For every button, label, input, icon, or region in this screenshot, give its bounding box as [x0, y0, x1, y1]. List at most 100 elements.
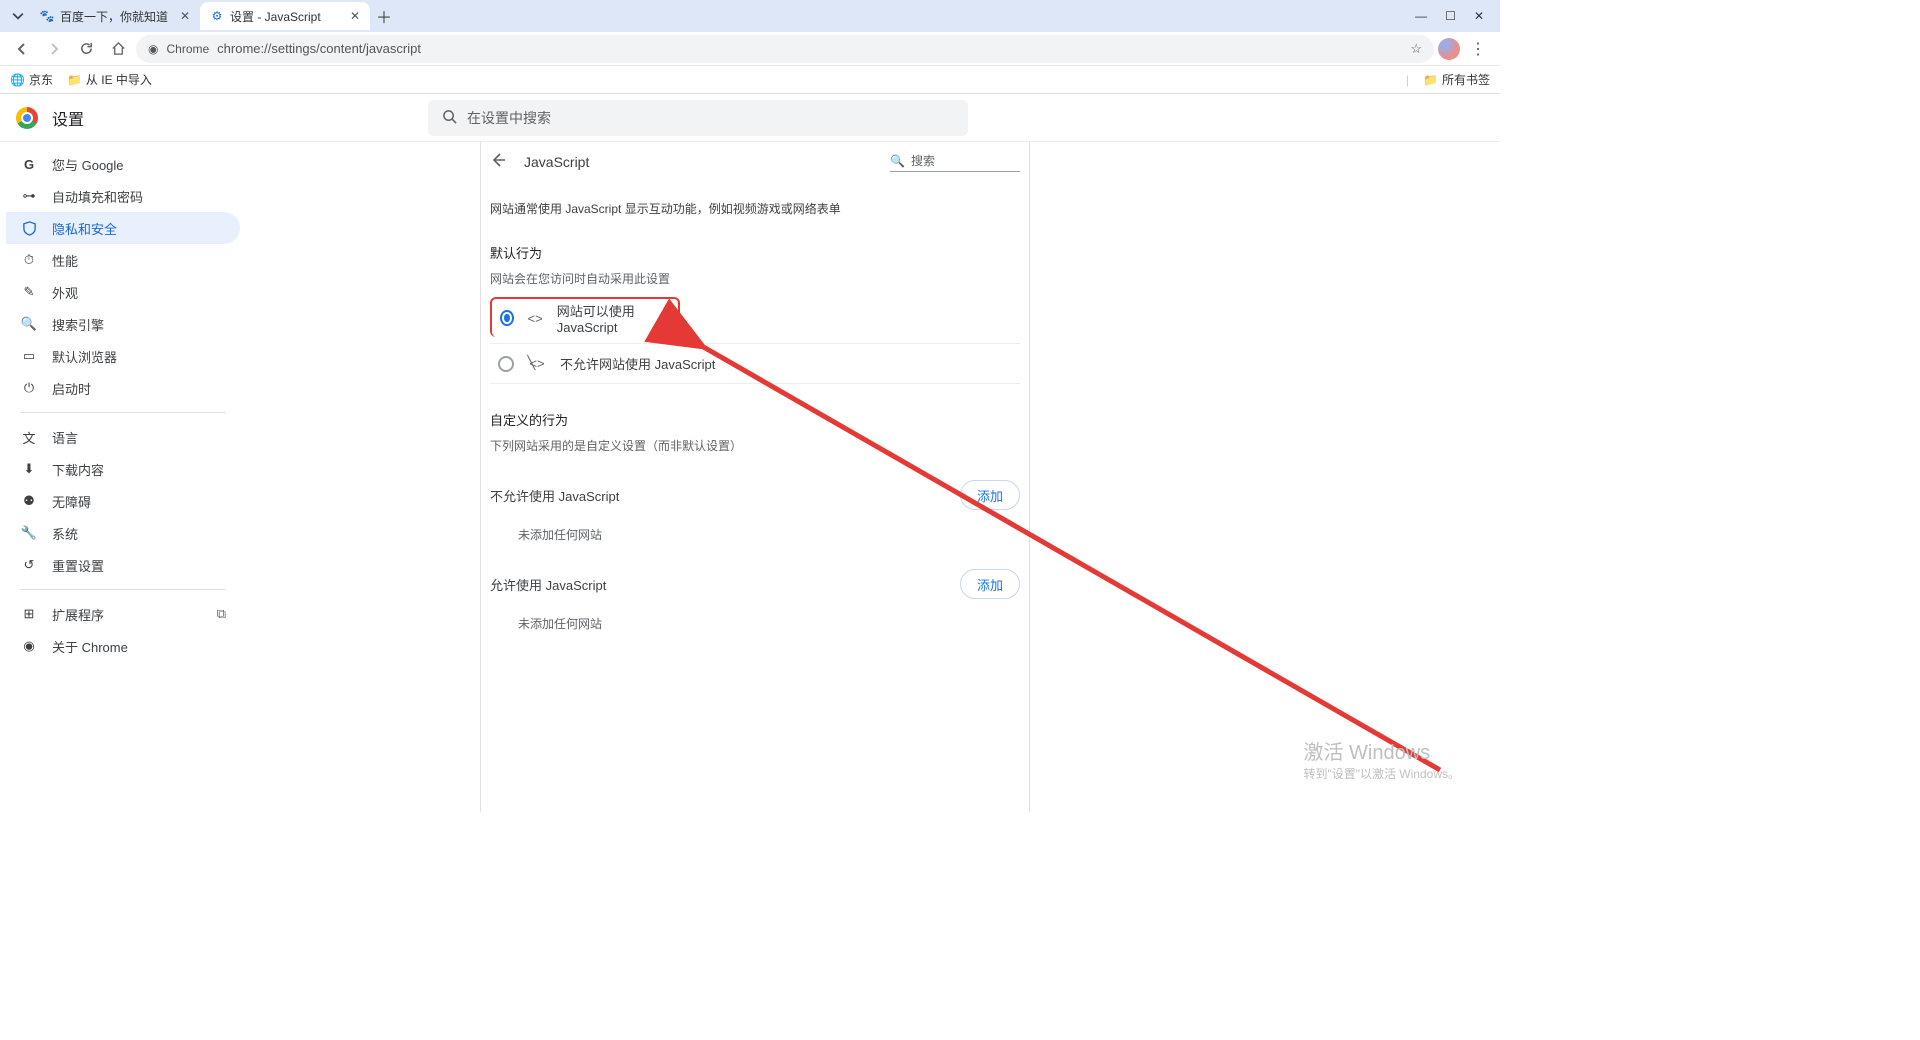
nav-google[interactable]: G您与 Google [6, 148, 240, 180]
browser-icon: ▭ [20, 348, 38, 364]
block-list-header: 不允许使用 JavaScript 添加 [490, 480, 1020, 510]
url-text: chrome://settings/content/javascript [217, 41, 1402, 56]
chrome-chip: Chrome [166, 42, 209, 56]
settings-search[interactable]: 在设置中搜索 [428, 100, 968, 136]
home-button[interactable] [104, 35, 132, 63]
google-icon: G [20, 157, 38, 172]
chrome-icon: ◉ [148, 42, 158, 56]
radio-selected-icon [500, 310, 514, 326]
reload-button[interactable] [72, 35, 100, 63]
nav-default-browser[interactable]: ▭默认浏览器 [6, 340, 240, 372]
tab-dropdown[interactable] [6, 4, 30, 28]
extension-icon: ⊞ [20, 606, 38, 622]
shield-icon [20, 221, 38, 236]
nav-accessibility[interactable]: ⚉无障碍 [6, 485, 240, 517]
external-icon: ⧉ [217, 606, 226, 622]
nav-about[interactable]: ◉关于 Chrome [6, 630, 240, 662]
panel-title: JavaScript [524, 154, 876, 170]
watermark-title: 激活 Windows [1303, 736, 1460, 765]
panel-search[interactable]: 🔍搜索 [890, 152, 1020, 172]
window-controls: — ☐ ✕ [1415, 9, 1494, 23]
reset-icon: ↺ [20, 557, 38, 573]
nav-extensions[interactable]: ⊞扩展程序⧉ [6, 598, 240, 630]
chrome-logo-icon [16, 107, 38, 129]
panel-description: 网站通常使用 JavaScript 显示互动功能，例如视频游戏或网络表单 [490, 200, 1020, 217]
radio-allow-javascript[interactable]: <> 网站可以使用 JavaScript [490, 297, 680, 337]
folder-icon: 📁 [1423, 73, 1438, 87]
nav-reset[interactable]: ↺重置设置 [6, 549, 240, 581]
download-icon: ⬇ [20, 461, 38, 477]
menu-icon[interactable]: ⋮ [1464, 35, 1492, 63]
back-arrow-icon[interactable] [490, 152, 510, 173]
nav-language[interactable]: 文语言 [6, 421, 240, 453]
search-icon: 🔍 [890, 154, 905, 168]
minimize-icon[interactable]: — [1415, 9, 1427, 23]
nav-downloads[interactable]: ⬇下载内容 [6, 453, 240, 485]
wrench-icon: 🔧 [20, 525, 38, 541]
code-icon: <> [528, 311, 543, 326]
add-allow-button[interactable]: 添加 [960, 569, 1020, 599]
search-placeholder: 在设置中搜索 [467, 108, 551, 128]
nav-performance[interactable]: ⏱性能 [6, 244, 240, 276]
bookmarks-bar: 🌐京东 📁从 IE 中导入 | 📁所有书签 [0, 66, 1500, 94]
power-icon: ⏻ [20, 380, 38, 396]
back-button[interactable] [8, 35, 36, 63]
tab-settings[interactable]: ⚙ 设置 - JavaScript ✕ [200, 2, 370, 30]
block-list-label: 不允许使用 JavaScript [490, 486, 619, 505]
tab-title: 百度一下，你就知道 [60, 8, 174, 25]
allow-list-header: 允许使用 JavaScript 添加 [490, 569, 1020, 599]
settings-body: G您与 Google ⊶自动填充和密码 隐私和安全 ⏱性能 ✎外观 🔍搜索引擎 … [0, 142, 1500, 812]
block-list-empty: 未添加任何网站 [518, 526, 1020, 543]
translate-icon: 文 [20, 428, 38, 447]
nav-search-engine[interactable]: 🔍搜索引擎 [6, 308, 240, 340]
close-icon[interactable]: ✕ [350, 9, 360, 23]
tab-baidu[interactable]: 🐾 百度一下，你就知道 ✕ [30, 2, 200, 30]
folder-icon: 📁 [67, 73, 82, 87]
search-icon: 🔍 [20, 316, 38, 332]
code-off-icon: <>╲ [528, 356, 546, 371]
allow-list-empty: 未添加任何网站 [518, 615, 1020, 632]
address-bar[interactable]: ◉ Chrome chrome://settings/content/javas… [136, 35, 1434, 63]
radio-label: 不允许网站使用 JavaScript [560, 354, 715, 373]
profile-avatar[interactable] [1438, 38, 1460, 60]
section-default-behavior-sub: 网站会在您访问时自动采用此设置 [490, 270, 1020, 287]
paint-icon: ✎ [20, 284, 38, 300]
paw-icon: 🐾 [40, 9, 54, 23]
allow-list-label: 允许使用 JavaScript [490, 575, 606, 594]
chrome-icon: ◉ [20, 638, 38, 654]
tab-title: 设置 - JavaScript [230, 8, 344, 25]
gear-icon: ⚙ [210, 9, 224, 23]
settings-title: 设置 [52, 106, 84, 130]
bookmark-jd[interactable]: 🌐京东 [10, 71, 53, 88]
new-tab-button[interactable]: ＋ [370, 2, 398, 30]
speed-icon: ⏱ [20, 252, 38, 268]
windows-activation-watermark: 激活 Windows 转到"设置"以激活 Windows。 [1303, 736, 1460, 782]
section-custom-title: 自定义的行为 [490, 410, 1020, 429]
bookmark-ie-import[interactable]: 📁从 IE 中导入 [67, 71, 152, 88]
close-window-icon[interactable]: ✕ [1474, 9, 1484, 23]
key-icon: ⊶ [20, 188, 38, 204]
section-custom-sub: 下列网站采用的是自定义设置（而非默认设置） [490, 437, 1020, 454]
toolbar: ◉ Chrome chrome://settings/content/javas… [0, 32, 1500, 66]
nav-autofill[interactable]: ⊶自动填充和密码 [6, 180, 240, 212]
nav-system[interactable]: 🔧系统 [6, 517, 240, 549]
search-icon [442, 109, 457, 127]
nav-privacy[interactable]: 隐私和安全 [6, 212, 240, 244]
star-icon[interactable]: ☆ [1410, 41, 1422, 57]
radio-block-javascript[interactable]: <>╲ 不允许网站使用 JavaScript [490, 344, 1020, 384]
a11y-icon: ⚉ [20, 493, 38, 509]
bookmark-all[interactable]: 📁所有书签 [1423, 71, 1490, 88]
radio-unselected-icon [498, 356, 514, 372]
main-panel: JavaScript 🔍搜索 网站通常使用 JavaScript 显示互动功能，… [490, 142, 1020, 812]
panel-header: JavaScript 🔍搜索 [490, 142, 1020, 182]
add-block-button[interactable]: 添加 [960, 480, 1020, 510]
settings-header: 设置 在设置中搜索 [0, 94, 1500, 142]
nav-appearance[interactable]: ✎外观 [6, 276, 240, 308]
close-icon[interactable]: ✕ [180, 9, 190, 23]
globe-icon: 🌐 [10, 73, 25, 87]
titlebar: 🐾 百度一下，你就知道 ✕ ⚙ 设置 - JavaScript ✕ ＋ — ☐ … [0, 0, 1500, 32]
maximize-icon[interactable]: ☐ [1445, 9, 1456, 23]
watermark-sub: 转到"设置"以激活 Windows。 [1303, 765, 1460, 782]
nav-startup[interactable]: ⏻启动时 [6, 372, 240, 404]
forward-button[interactable] [40, 35, 68, 63]
